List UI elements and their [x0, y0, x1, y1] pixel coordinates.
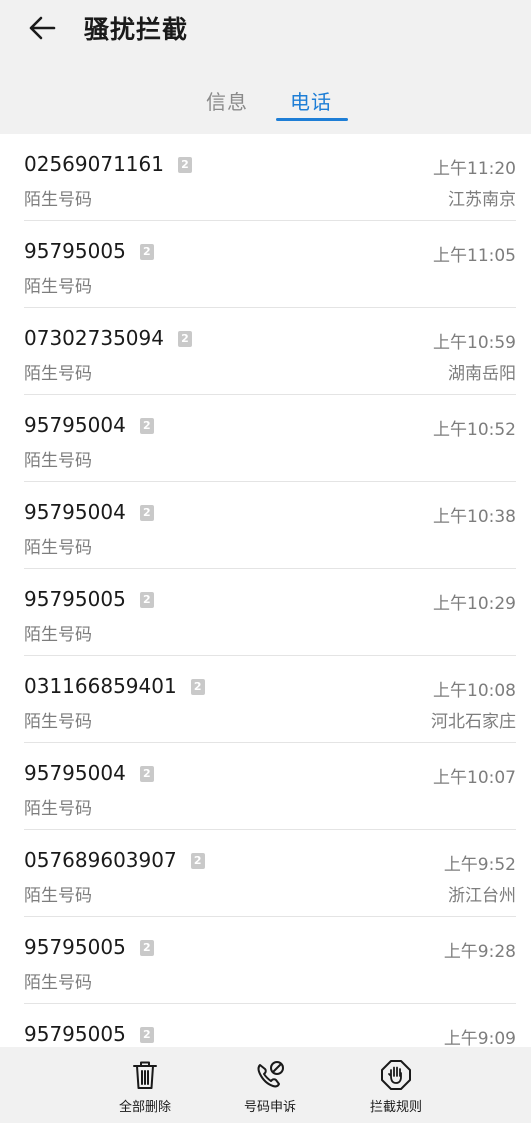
call-time: 上午10:07	[433, 768, 516, 788]
call-row[interactable]: 95795005 2 上午9:09	[24, 1004, 516, 1047]
sim-card-icon: 2	[139, 592, 154, 608]
call-row[interactable]: 057689603907 2 陌生号码 上午9:52 浙江台州	[24, 830, 516, 917]
back-button[interactable]	[20, 8, 64, 48]
call-row[interactable]: 95795004 2 陌生号码 上午10:38	[24, 482, 516, 569]
sim-card-icon: 2	[139, 505, 154, 521]
sim-card-icon: 2	[139, 1027, 154, 1043]
call-location: 河北石家庄	[431, 712, 516, 732]
call-number-line: 95795005 2	[24, 935, 154, 959]
caller-label: 陌生号码	[24, 190, 92, 210]
phone-number: 95795005	[24, 935, 126, 959]
call-number-line: 02569071161 2	[24, 152, 192, 176]
phone-number: 031166859401	[24, 674, 177, 698]
call-number-line: 95795005 2	[24, 1022, 154, 1046]
caller-label: 陌生号码	[24, 973, 92, 993]
sim-card-icon: 2	[139, 418, 154, 434]
call-row[interactable]: 95795005 2 陌生号码 上午10:29	[24, 569, 516, 656]
page-title: 骚扰拦截	[84, 15, 189, 44]
active-tab-indicator	[276, 118, 348, 121]
phone-number: 95795004	[24, 413, 126, 437]
trash-icon	[133, 1061, 157, 1089]
tab-bar: 信息 电话	[0, 78, 531, 124]
caller-label: 陌生号码	[24, 277, 92, 297]
delete-all-button[interactable]: 全部删除	[90, 1047, 200, 1123]
call-time: 上午10:59	[433, 333, 516, 353]
call-number-line: 95795004 2	[24, 413, 154, 437]
caller-label: 陌生号码	[24, 364, 92, 384]
call-time: 上午11:20	[433, 159, 516, 179]
phone-number: 057689603907	[24, 848, 177, 872]
delete-all-label: 全部删除	[118, 1100, 171, 1115]
call-time: 上午10:52	[433, 420, 516, 440]
call-row[interactable]: 031166859401 2 陌生号码 上午10:08 河北石家庄	[24, 656, 516, 743]
call-row[interactable]: 95795004 2 陌生号码 上午10:07	[24, 743, 516, 830]
call-time: 上午10:29	[433, 594, 516, 614]
number-appeal-label: 号码申诉	[243, 1100, 296, 1115]
caller-label: 陌生号码	[24, 799, 92, 819]
call-time: 上午10:38	[433, 507, 516, 527]
caller-label: 陌生号码	[24, 712, 92, 732]
call-time: 上午9:28	[443, 942, 516, 962]
call-number-line: 95795004 2	[24, 761, 154, 785]
sim-card-icon: 2	[177, 331, 192, 347]
number-appeal-button[interactable]: 号码申诉	[215, 1047, 325, 1123]
tab-calls[interactable]: 电话	[290, 86, 332, 115]
call-row[interactable]: 95795004 2 陌生号码 上午10:52	[24, 395, 516, 482]
caller-label: 陌生号码	[24, 625, 92, 645]
phone-number: 95795005	[24, 587, 126, 611]
sim-card-icon: 2	[139, 940, 154, 956]
call-location: 浙江台州	[448, 886, 516, 906]
caller-label: 陌生号码	[24, 451, 92, 471]
caller-label: 陌生号码	[24, 886, 92, 906]
call-location: 湖南岳阳	[448, 364, 516, 384]
call-row[interactable]: 07302735094 2 陌生号码 上午10:59 湖南岳阳	[24, 308, 516, 395]
call-time: 上午11:05	[433, 246, 516, 266]
sim-card-icon: 2	[177, 157, 192, 173]
sim-card-icon: 2	[139, 766, 154, 782]
call-location: 江苏南京	[448, 190, 516, 210]
tab-messages[interactable]: 信息	[206, 86, 248, 115]
sim-card-icon: 2	[190, 853, 205, 869]
call-number-line: 95795005 2	[24, 239, 154, 263]
call-time: 上午9:09	[443, 1029, 516, 1047]
top-bar: 骚扰拦截 信息 电话	[0, 0, 531, 134]
phone-number: 95795004	[24, 500, 126, 524]
blocked-call-list[interactable]: 02569071161 2 陌生号码 上午11:20 江苏南京 95795005 2…	[0, 134, 531, 1047]
call-time: 上午10:08	[433, 681, 516, 701]
phone-appeal-icon	[257, 1061, 284, 1088]
call-number-line: 031166859401 2	[24, 674, 205, 698]
bottom-action-bar: 全部删除 号码申诉 拦截规则	[0, 1047, 531, 1123]
block-rules-button[interactable]: 拦截规则	[341, 1047, 451, 1123]
call-row[interactable]: 02569071161 2 陌生号码 上午11:20 江苏南京	[24, 134, 516, 221]
call-number-line: 07302735094 2	[24, 326, 192, 350]
sim-card-icon: 2	[190, 679, 205, 695]
caller-label: 陌生号码	[24, 538, 92, 558]
hand-stop-icon	[381, 1060, 411, 1090]
call-number-line: 95795005 2	[24, 587, 154, 611]
block-rules-label: 拦截规则	[369, 1100, 422, 1115]
call-number-line: 95795004 2	[24, 500, 154, 524]
phone-number: 95795005	[24, 239, 126, 263]
call-number-line: 057689603907 2	[24, 848, 205, 872]
back-arrow-icon	[29, 16, 56, 40]
call-time: 上午9:52	[443, 855, 516, 875]
call-row[interactable]: 95795005 2 陌生号码 上午11:05	[24, 221, 516, 308]
sim-card-icon: 2	[139, 244, 154, 260]
call-row[interactable]: 95795005 2 陌生号码 上午9:28	[24, 917, 516, 1004]
phone-number: 02569071161	[24, 152, 164, 176]
phone-number: 95795005	[24, 1022, 126, 1046]
phone-number: 07302735094	[24, 326, 164, 350]
phone-number: 95795004	[24, 761, 126, 785]
